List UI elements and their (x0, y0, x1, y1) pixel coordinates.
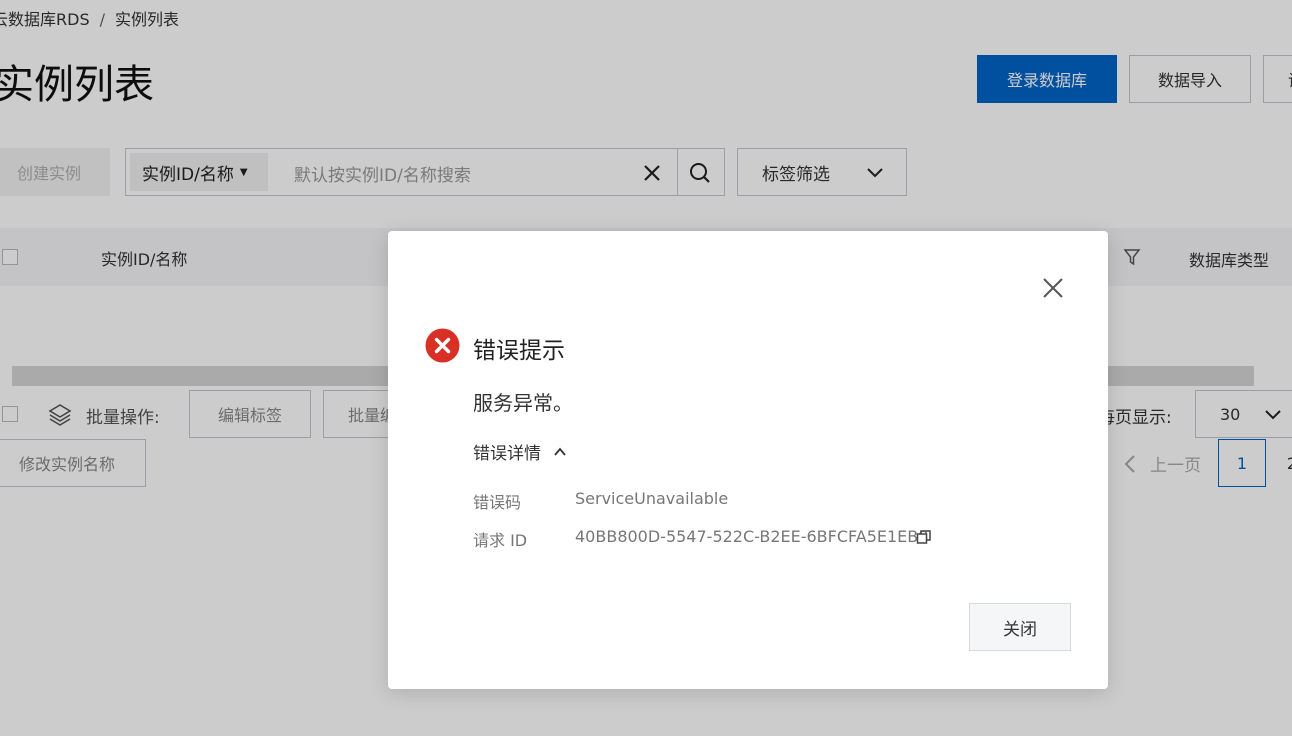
dialog-message: 服务异常。 (473, 391, 573, 415)
close-dialog-button[interactable]: 关闭 (969, 603, 1071, 651)
close-icon[interactable] (1039, 274, 1067, 302)
request-id-value: 40BB800D-5547-522C-B2EE-6BFCFA5E1EB8 (575, 527, 929, 546)
copy-icon[interactable] (916, 529, 932, 545)
error-icon (425, 328, 460, 363)
request-id-label: 请求 ID (473, 531, 528, 550)
chevron-up-icon (554, 447, 566, 456)
error-dialog: 错误提示 服务异常。 错误详情 错误码 ServiceUnavailable 请… (388, 231, 1108, 689)
error-code-value: ServiceUnavailable (575, 489, 729, 508)
error-details-label: 错误详情 (473, 444, 541, 464)
error-code-label: 错误码 (473, 493, 522, 512)
dialog-title: 错误提示 (473, 338, 565, 364)
error-details-toggle[interactable]: 错误详情 (473, 439, 567, 464)
